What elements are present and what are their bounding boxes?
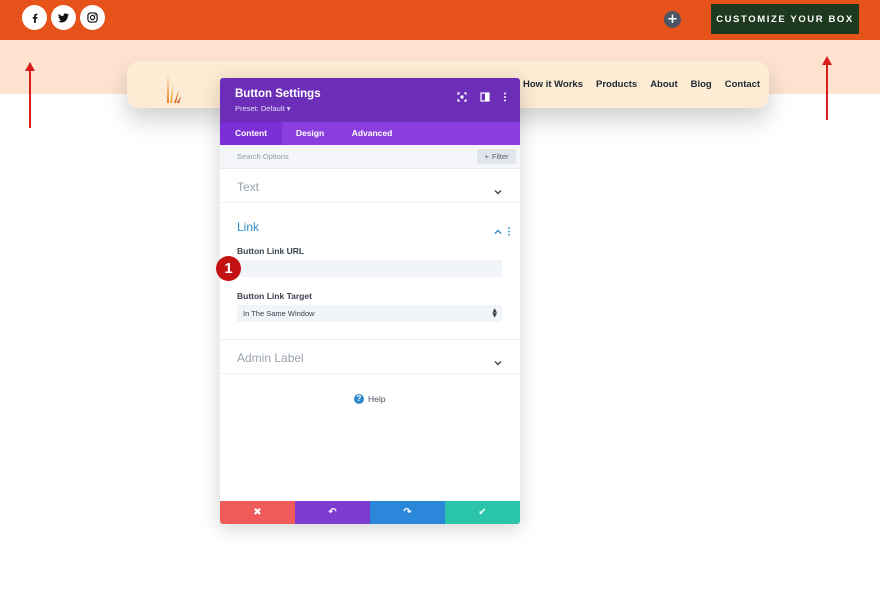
twitter-icon[interactable] (51, 5, 76, 30)
target-selected-value: In The Same Window (243, 309, 315, 318)
up-arrow-right-icon (822, 56, 832, 120)
customize-box-button[interactable]: CUSTOMIZE YOUR BOX (711, 4, 859, 34)
help-link[interactable]: ? Help (354, 394, 385, 404)
button-link-url-input[interactable] (237, 260, 502, 277)
chevron-down-icon (494, 354, 502, 366)
select-arrows-icon: ▲ ▼ (492, 307, 497, 319)
facebook-icon[interactable] (22, 5, 47, 30)
plus-icon: + (484, 152, 489, 161)
save-button[interactable]: ✔ (445, 501, 520, 524)
button-link-target-label: Button Link Target (237, 291, 312, 301)
more-options-icon[interactable] (499, 90, 511, 102)
up-arrow-left-icon (25, 62, 35, 128)
undo-button[interactable]: ↶ (295, 501, 370, 524)
filter-label: Filter (491, 152, 509, 161)
chevron-up-icon[interactable] (494, 223, 502, 234)
section-title-text: Text (237, 180, 260, 194)
modal-footer: ✖ ↶ ↷ ✔ (220, 501, 520, 524)
section-menu-icon[interactable] (507, 223, 511, 236)
nav-link-contact[interactable]: Contact (725, 79, 760, 90)
modal-tabs: Content Design Advanced (220, 122, 520, 145)
main-nav: How it Works Products About Blog Contact (523, 61, 760, 108)
instagram-icon[interactable] (80, 5, 105, 30)
chevron-down-icon (494, 183, 502, 195)
modal-header[interactable]: Button Settings Preset: Default ▾ (220, 78, 520, 122)
section-title-link[interactable]: Link (237, 220, 259, 234)
help-label: Help (368, 394, 386, 404)
filter-button[interactable]: + Filter (477, 149, 516, 164)
cancel-button[interactable]: ✖ (220, 501, 295, 524)
fullscreen-icon[interactable] (456, 90, 468, 102)
search-options-input[interactable]: Search Options (237, 152, 289, 161)
modal-title: Button Settings (235, 88, 321, 100)
help-icon: ? (354, 394, 364, 404)
add-module-icon[interactable]: + (664, 11, 681, 28)
nav-link-about[interactable]: About (650, 79, 677, 90)
tab-advanced[interactable]: Advanced (338, 122, 406, 145)
text-section-toggle[interactable]: Text (220, 169, 520, 203)
nav-link-how-it-works[interactable]: How it Works (523, 79, 583, 90)
button-link-target-select[interactable]: In The Same Window ▲ ▼ (237, 305, 502, 322)
top-bar: + CUSTOMIZE YOUR BOX (0, 0, 880, 40)
button-settings-modal: Button Settings Preset: Default ▾ Conten… (220, 78, 520, 524)
step-badge: 1 (216, 256, 241, 281)
section-title-admin-label: Admin Label (237, 351, 304, 365)
nav-link-blog[interactable]: Blog (691, 79, 712, 90)
tab-design[interactable]: Design (282, 122, 338, 145)
nav-link-products[interactable]: Products (596, 79, 637, 90)
page: + CUSTOMIZE YOUR BOX How it Works Produc… (0, 0, 880, 598)
button-link-url-label-text: Button Link URL (237, 246, 305, 256)
split-view-icon[interactable] (479, 90, 491, 102)
admin-label-section-toggle[interactable]: Admin Label (220, 340, 520, 374)
tab-content[interactable]: Content (220, 122, 282, 145)
preset-dropdown[interactable]: Preset: Default ▾ (235, 104, 290, 113)
search-options-bar: Search Options + Filter (220, 145, 520, 169)
redo-button[interactable]: ↷ (370, 501, 445, 524)
logo-icon[interactable] (164, 66, 182, 109)
